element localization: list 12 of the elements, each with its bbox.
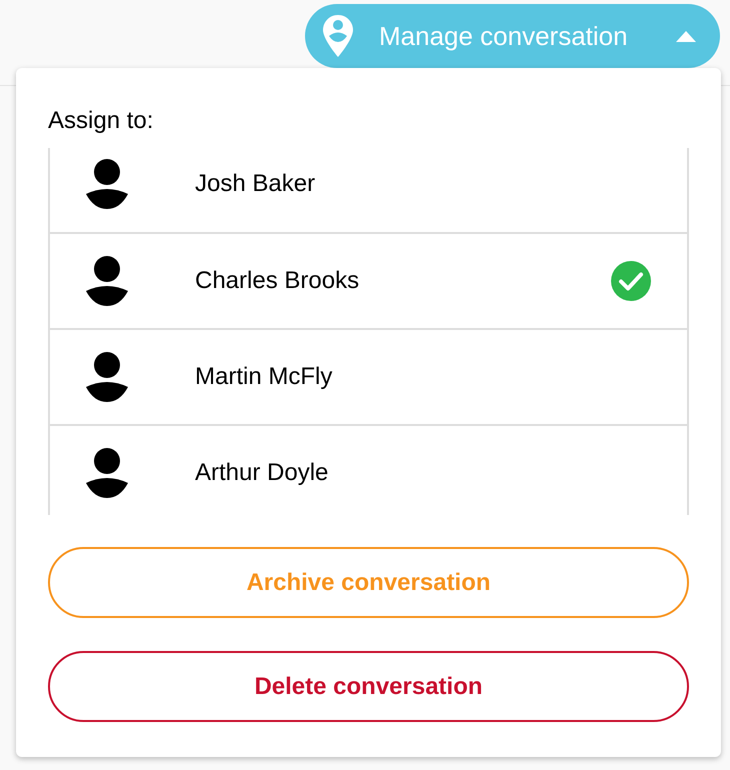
person-icon [85, 256, 129, 306]
assignee-name: Martin McFly [195, 362, 334, 392]
person-icon [85, 159, 129, 209]
assignee-name: Arthur Doyle [195, 458, 330, 488]
assignee-name: Charles Brooks [195, 266, 360, 296]
check-circle-icon [611, 261, 651, 301]
map-pin-person-icon [323, 15, 353, 57]
delete-conversation-button[interactable]: Delete conversation [48, 651, 689, 722]
assignee-name: Josh Baker [195, 169, 316, 199]
person-icon [85, 352, 129, 402]
assign-to-label: Assign to: [48, 106, 154, 136]
person-icon [85, 448, 129, 498]
